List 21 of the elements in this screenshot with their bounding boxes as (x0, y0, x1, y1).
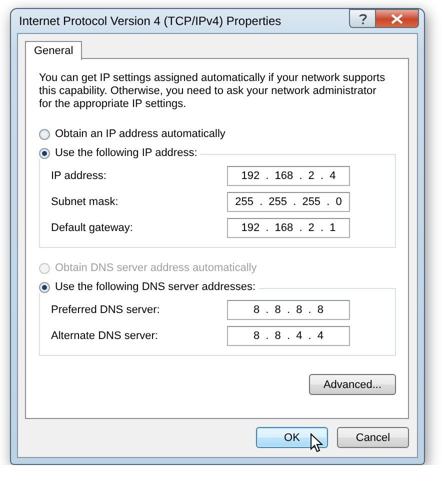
mouse-pointer-icon (310, 433, 323, 453)
tab[interactable]: General (25, 41, 82, 60)
help-button[interactable] (349, 9, 376, 28)
field-label: Alternate DNS server: (51, 330, 158, 342)
field-label: Preferred DNS server: (51, 304, 160, 316)
window-title: Internet Protocol Version 4 (TCP/IPv4) Properties (19, 14, 282, 28)
ip-address-field[interactable]: 8 . 8 . 4 . 4 (227, 326, 350, 346)
field-label: IP address: (51, 170, 106, 182)
ip-address-field[interactable]: 8 . 8 . 8 . 8 (227, 300, 350, 320)
field-label: Subnet mask: (51, 196, 118, 208)
ok-button[interactable]: OK (256, 427, 328, 448)
ip-address-field[interactable]: 192 . 168 . 2 . 4 (227, 166, 350, 186)
close-button[interactable] (376, 9, 419, 28)
field-label: Default gateway: (51, 222, 133, 234)
ip-address-field[interactable]: 192 . 168 . 2 . 1 (227, 218, 350, 238)
help-icon (358, 12, 366, 24)
cancel-button[interactable]: Cancel (337, 427, 409, 448)
ip-address-field[interactable]: 255 . 255 . 255 . 0 (227, 192, 350, 212)
close-icon (391, 14, 403, 24)
description-text: You can get IP settings assigned automatically if your network supports this capability. Otherwise, you need to ask your network administrator for the appropriate IP settings. (39, 72, 386, 111)
advanced-button[interactable]: Advanced... (309, 374, 396, 395)
